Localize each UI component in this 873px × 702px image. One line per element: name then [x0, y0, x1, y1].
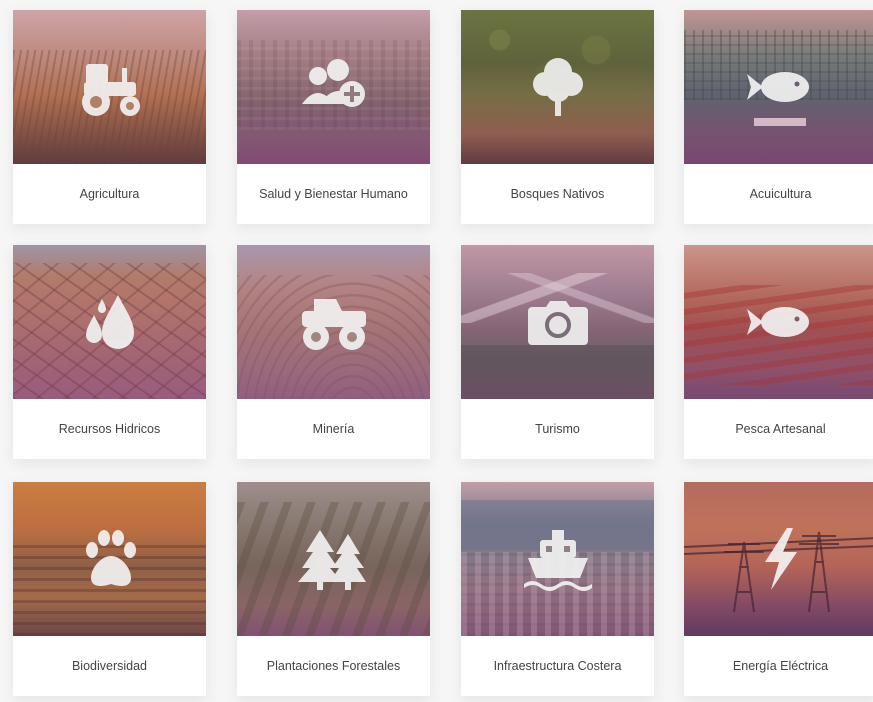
lightning-icon: [741, 524, 821, 594]
category-card-pesca-artesanal[interactable]: Pesca Artesanal: [684, 245, 873, 459]
tree-icon: [518, 52, 598, 122]
mining-truck-icon: [294, 287, 374, 357]
category-grid: Agricultura Salud y Bienestar Humano Bos…: [0, 0, 873, 702]
category-card-biodiversidad[interactable]: Biodiversidad: [13, 482, 206, 696]
category-label: Biodiversidad: [71, 659, 148, 673]
category-card-energia-electrica[interactable]: Energía Eléctrica: [684, 482, 873, 696]
category-label: Agricultura: [79, 187, 140, 201]
category-image: [684, 482, 873, 636]
fish-icon: [741, 52, 821, 122]
category-label: Turismo: [535, 422, 580, 436]
paw-icon: [70, 524, 150, 594]
category-label: Recursos Hidricos: [58, 422, 161, 436]
users-plus-icon: [294, 52, 374, 122]
category-image: [461, 10, 654, 164]
category-image: [461, 245, 654, 399]
category-image: [684, 245, 873, 399]
category-label: Pesca Artesanal: [735, 422, 826, 436]
category-label: Minería: [312, 422, 355, 436]
category-label: Acuicultura: [749, 187, 812, 201]
category-image: [237, 245, 430, 399]
category-image: [237, 482, 430, 636]
category-card-infraestructura-costera[interactable]: Infraestructura Costera: [461, 482, 654, 696]
pine-trees-icon: [294, 524, 374, 594]
fish-icon: [741, 287, 821, 357]
category-image: [13, 10, 206, 164]
category-card-agricultura[interactable]: Agricultura: [13, 10, 206, 224]
category-label: Plantaciones Forestales: [266, 659, 401, 673]
category-card-recursos-hidricos[interactable]: Recursos Hidricos: [13, 245, 206, 459]
category-image: [461, 482, 654, 636]
category-image: [13, 245, 206, 399]
category-image: [13, 482, 206, 636]
tractor-icon: [70, 52, 150, 122]
category-label: Energía Eléctrica: [732, 659, 829, 673]
category-card-mineria[interactable]: Minería: [237, 245, 430, 459]
category-image: [237, 10, 430, 164]
ship-icon: [518, 524, 598, 594]
category-card-acuicultura[interactable]: Acuicultura: [684, 10, 873, 224]
category-card-salud[interactable]: Salud y Bienestar Humano: [237, 10, 430, 224]
category-image: [684, 10, 873, 164]
water-drops-icon: [70, 287, 150, 357]
category-card-bosques[interactable]: Bosques Nativos: [461, 10, 654, 224]
category-card-plantaciones-forestales[interactable]: Plantaciones Forestales: [237, 482, 430, 696]
category-label: Salud y Bienestar Humano: [259, 187, 408, 201]
category-label: Infraestructura Costera: [493, 659, 622, 673]
category-card-turismo[interactable]: Turismo: [461, 245, 654, 459]
camera-icon: [518, 287, 598, 357]
category-label: Bosques Nativos: [510, 187, 605, 201]
